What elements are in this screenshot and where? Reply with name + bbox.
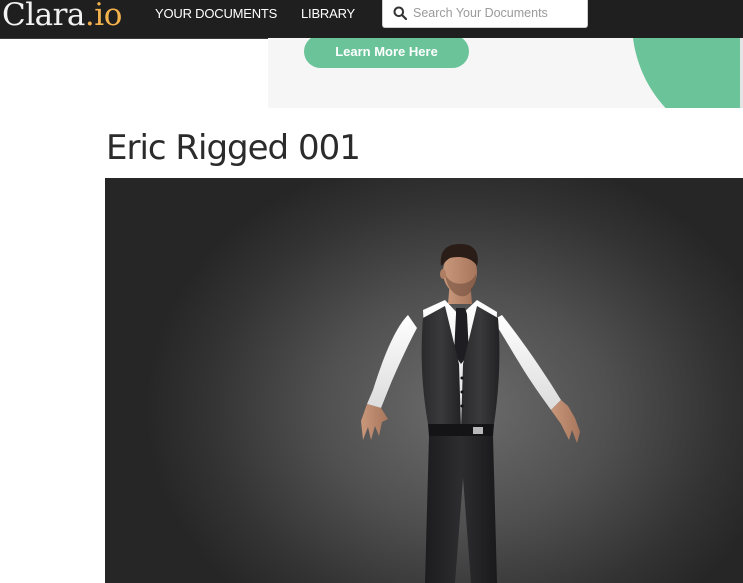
search-input[interactable] bbox=[413, 0, 583, 26]
search-icon bbox=[393, 6, 407, 20]
page-title: Eric Rigged 001 bbox=[106, 128, 361, 168]
top-navigation-bar: Clara.io YOUR DOCUMENTS LIBRARY bbox=[0, 0, 743, 39]
nav-your-documents[interactable]: YOUR DOCUMENTS bbox=[155, 0, 277, 27]
learn-more-button[interactable]: Learn More Here bbox=[304, 38, 469, 68]
logo-text-ext: .io bbox=[84, 0, 122, 33]
logo-text-main: Clara bbox=[2, 0, 85, 33]
nav-library[interactable]: LIBRARY bbox=[301, 0, 355, 27]
banner-decoration-shape bbox=[632, 38, 743, 108]
promo-banner: Learn More Here bbox=[268, 38, 743, 108]
character-model-render bbox=[361, 244, 580, 583]
search-box[interactable] bbox=[382, 0, 588, 28]
clara-io-logo[interactable]: Clara.io bbox=[2, 0, 122, 34]
3d-model-viewport[interactable] bbox=[105, 178, 743, 583]
